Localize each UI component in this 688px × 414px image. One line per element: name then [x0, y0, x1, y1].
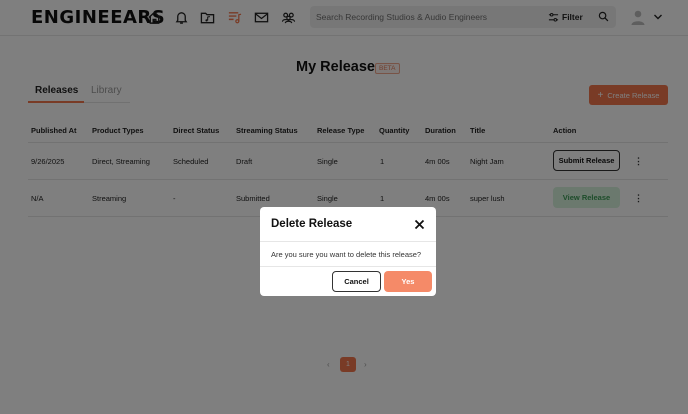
delete-release-dialog: Delete Release Are you sure you want to …: [260, 207, 436, 296]
dialog-divider: [260, 266, 436, 267]
dialog-message: Are you sure you want to delete this rel…: [271, 250, 422, 259]
confirm-delete-button[interactable]: Yes: [384, 271, 432, 292]
cancel-button[interactable]: Cancel: [332, 271, 381, 292]
close-icon[interactable]: [414, 219, 425, 230]
dialog-divider: [260, 241, 436, 242]
dialog-title: Delete Release: [271, 218, 353, 230]
